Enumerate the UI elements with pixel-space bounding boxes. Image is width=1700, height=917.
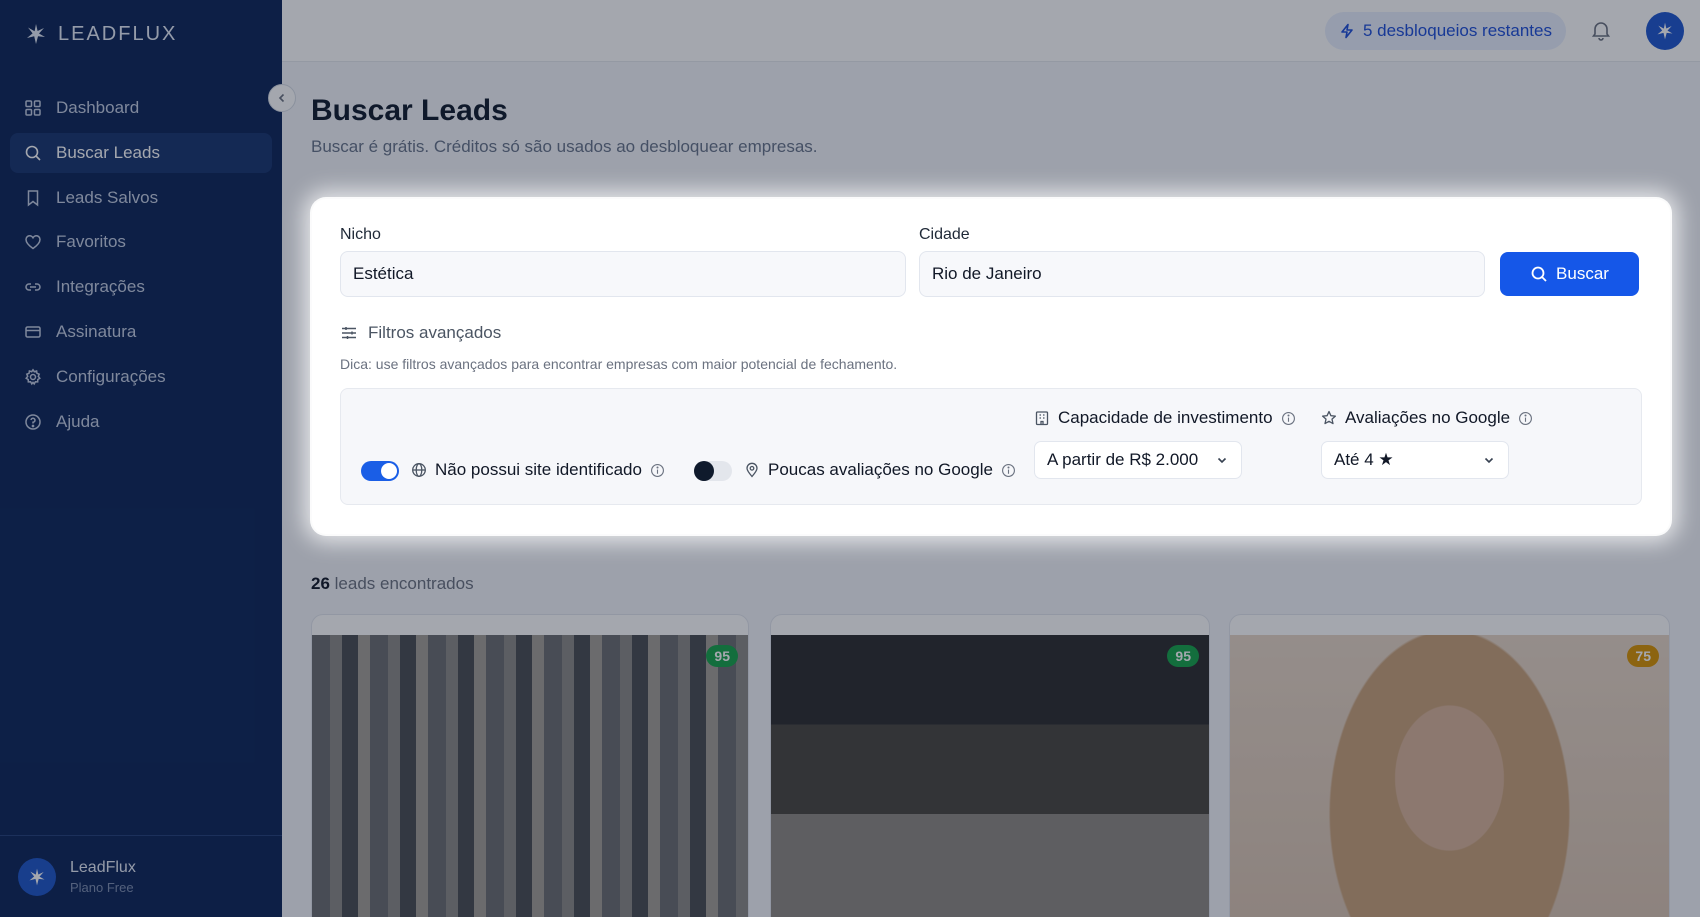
sidebar-nav: Dashboard Buscar Leads Leads Salvos Favo… [10,88,272,446]
search-icon [25,145,41,161]
advanced-filters-label: Filtros avançados [368,323,502,342]
search-panel: Nicho Estética Cidade Rio de Janeiro Bus… [312,199,1670,534]
score-badge: 95 [706,645,738,667]
chevron-down-icon [1484,457,1494,464]
sidebar-item-leads-salvos[interactable]: Leads Salvos [10,178,272,218]
advanced-filters-panel: Não possui site identificado Poucas aval… [340,388,1642,505]
info-icon[interactable] [650,463,665,478]
logo-icon [29,868,45,885]
grid-icon [25,100,41,116]
lightning-icon [1341,23,1353,39]
sidebar: LEADFLUX Dashboard Buscar Leads Leads Sa… [0,0,282,917]
brand-logo[interactable]: LEADFLUX [24,22,177,46]
no-site-label: Não possui site identificado [435,460,642,479]
bookmark-icon [27,189,39,207]
sidebar-item-ajuda[interactable]: Ajuda [10,402,272,442]
niche-label: Nicho [340,226,381,243]
lead-photo [312,635,748,917]
lead-card[interactable]: 95 [311,614,749,917]
collapse-sidebar-button[interactable] [268,84,296,112]
notifications-button[interactable] [1590,19,1612,46]
topbar: 5 desbloqueios restantes [282,0,1700,62]
help-circle-icon [25,413,41,430]
investment-select[interactable]: A partir de R$ 2.000 [1034,441,1242,479]
investment-filter: Capacidade de investimento [1034,408,1296,428]
lead-photo [771,635,1209,917]
page-title: Buscar Leads [311,94,508,127]
sidebar-item-integracoes[interactable]: Integrações [10,267,272,307]
results-count-number: 26 [311,574,330,593]
rating-filter: Avaliações no Google [1321,408,1533,428]
gear-icon [25,368,41,386]
info-icon[interactable] [1001,463,1016,478]
city-label: Cidade [919,226,970,243]
avatar [18,857,56,896]
brand-name: LEADFLUX [58,22,178,45]
sidebar-item-label: Configurações [56,366,166,386]
sliders-icon [342,327,356,339]
chevron-left-icon [278,93,285,103]
search-button[interactable]: Buscar [1500,252,1639,296]
info-icon[interactable] [1518,411,1533,426]
city-input[interactable]: Rio de Janeiro [919,251,1485,297]
rating-select[interactable]: Até 4 ★ [1321,441,1509,479]
building-icon [1035,411,1049,426]
info-icon[interactable] [1281,411,1296,426]
sidebar-item-label: Dashboard [56,98,140,117]
sidebar-item-assinatura[interactable]: Assinatura [10,312,272,352]
star-outline-icon [1321,410,1337,425]
score-badge: 95 [1167,645,1199,667]
sidebar-item-favoritos[interactable]: Favoritos [10,222,272,262]
link-icon [25,283,41,291]
sidebar-item-label: Buscar Leads [56,142,160,162]
no-site-filter: Não possui site identificado [411,460,665,480]
sidebar-item-label: Ajuda [56,411,100,431]
user-avatar[interactable] [1646,12,1684,50]
chevron-down-icon [1217,457,1227,464]
heart-icon [25,235,41,250]
search-icon [1531,266,1547,282]
account-footer[interactable]: LeadFlux Plano Free [0,835,282,917]
unlocks-badge[interactable]: 5 desbloqueios restantes [1324,12,1566,50]
sidebar-item-label: Assinatura [56,321,137,341]
results-count-suffix: leads encontrados [334,574,474,593]
niche-input[interactable]: Estética [340,251,906,297]
no-site-toggle[interactable] [361,461,399,481]
sidebar-item-dashboard[interactable]: Dashboard [10,88,272,128]
globe-icon [412,463,426,477]
bell-icon [1591,22,1611,41]
lead-card[interactable]: 95 [770,614,1210,917]
credit-card-icon [25,326,41,338]
logo-icon [27,24,45,44]
advanced-filters-toggle[interactable]: Filtros avançados [340,323,501,343]
investment-label: Capacidade de investimento [1058,408,1273,427]
map-pin-icon [746,462,758,478]
rating-value: Até 4 ★ [1334,450,1394,469]
account-name: LeadFlux [70,858,136,876]
page-subtitle: Buscar é grátis. Créditos só são usados … [311,137,818,156]
score-badge: 75 [1627,645,1659,667]
few-reviews-filter: Poucas avaliações no Google [744,460,1016,480]
investment-value: A partir de R$ 2.000 [1047,450,1199,469]
rating-label: Avaliações no Google [1345,408,1511,427]
tip-text: Dica: use filtros avançados para encontr… [340,356,898,372]
search-button-label: Buscar [1556,264,1609,283]
lead-card[interactable]: 75 [1229,614,1670,917]
sidebar-item-label: Integrações [56,277,145,297]
logo-icon [1657,22,1673,40]
sidebar-item-label: Favoritos [56,232,126,252]
unlocks-text: 5 desbloqueios restantes [1362,21,1552,40]
account-plan: Plano Free [70,879,134,895]
sidebar-item-label: Leads Salvos [56,187,159,207]
results-count: 26 leads encontrados [311,574,474,594]
sidebar-item-configuracoes[interactable]: Configurações [10,357,272,397]
sidebar-item-buscar-leads[interactable]: Buscar Leads [10,132,272,173]
few-reviews-label: Poucas avaliações no Google [768,460,993,479]
lead-photo [1230,635,1669,917]
few-reviews-toggle[interactable] [694,461,732,481]
